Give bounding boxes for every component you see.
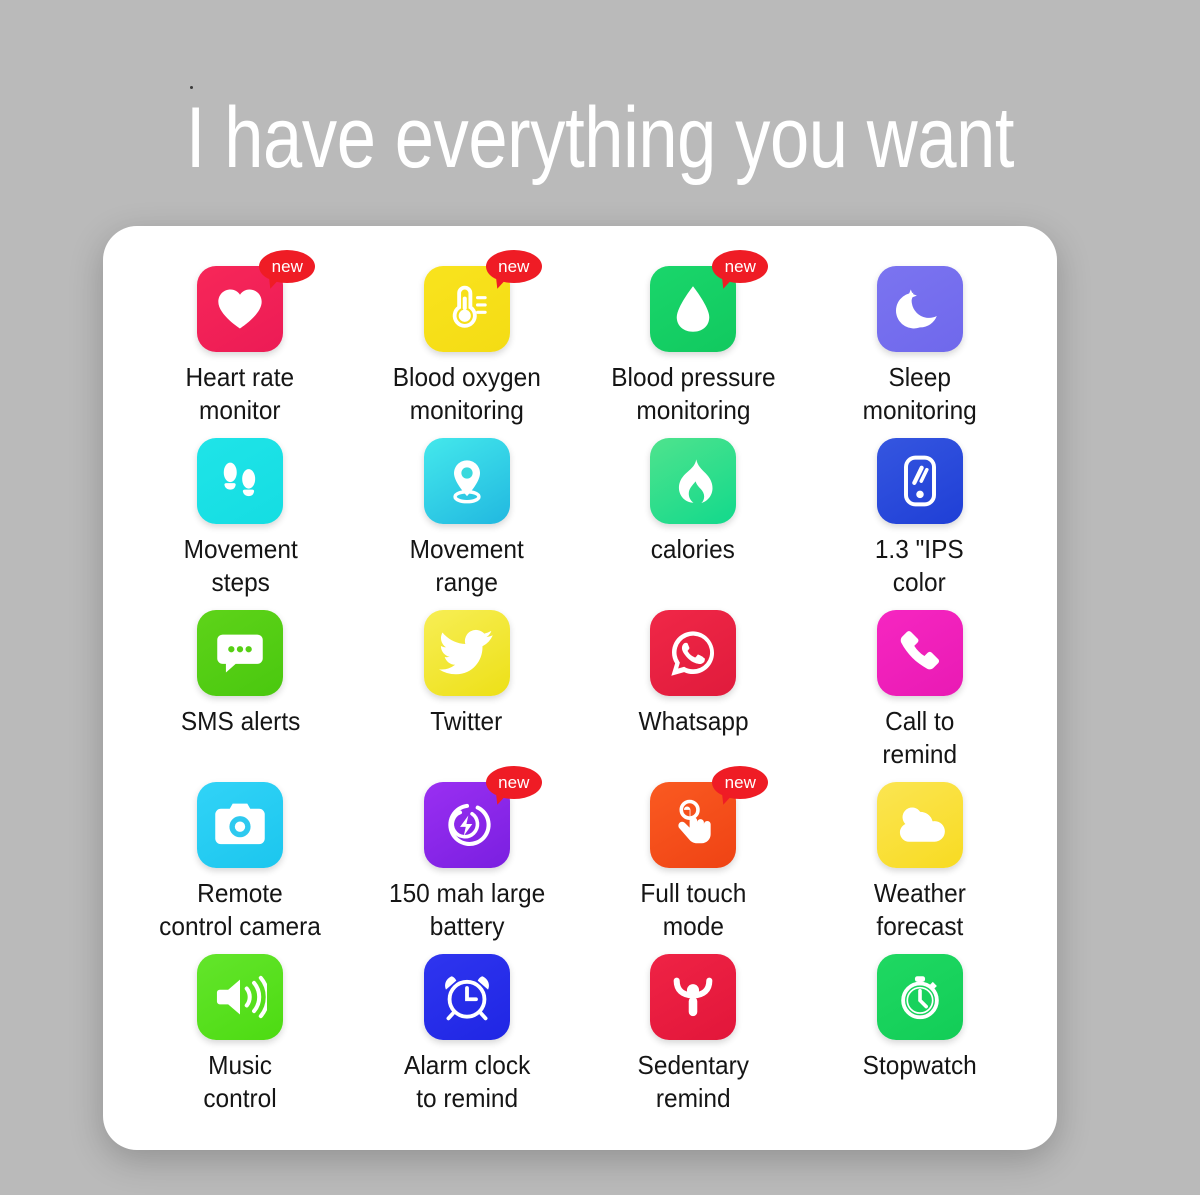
phone-handset-icon bbox=[876, 610, 963, 696]
feature-item[interactable]: Movement range bbox=[354, 438, 581, 610]
feature-icon-tile[interactable] bbox=[423, 610, 510, 696]
feature-icon-tile[interactable] bbox=[650, 438, 737, 524]
feature-icon-tile[interactable] bbox=[876, 438, 963, 524]
feature-label: Music control bbox=[203, 1050, 277, 1113]
feature-item[interactable]: Alarm clock to remind bbox=[354, 954, 581, 1126]
new-badge: new bbox=[485, 250, 542, 283]
feature-label: Blood pressure monitoring bbox=[611, 362, 776, 425]
feature-icon-tile[interactable] bbox=[197, 438, 284, 524]
feature-item[interactable]: new Blood oxygen monitoring bbox=[354, 250, 581, 438]
feature-label: Sleep monitoring bbox=[862, 362, 977, 425]
person-stretch-icon bbox=[650, 954, 737, 1040]
feature-icon-tile[interactable] bbox=[876, 610, 963, 696]
flame-icon bbox=[650, 438, 737, 524]
page-title: I have everything you want bbox=[185, 90, 1015, 186]
feature-item[interactable]: calories bbox=[580, 438, 807, 610]
feature-icon-tile[interactable] bbox=[876, 266, 963, 352]
feature-item[interactable]: Sleep monitoring bbox=[807, 266, 1034, 438]
feature-icon-tile[interactable] bbox=[197, 954, 284, 1040]
speaker-volume-icon bbox=[197, 954, 284, 1040]
feature-item[interactable]: Call to remind bbox=[807, 610, 1034, 782]
sun-cloud-icon bbox=[876, 782, 963, 868]
new-badge: new bbox=[259, 250, 316, 283]
feature-item[interactable]: SMS alerts bbox=[127, 610, 354, 782]
feature-label: Twitter bbox=[430, 706, 503, 736]
new-badge: new bbox=[485, 766, 542, 799]
new-badge: new bbox=[712, 766, 769, 799]
feature-label: Stopwatch bbox=[862, 1050, 977, 1080]
alarm-clock-icon bbox=[423, 954, 510, 1040]
feature-label: Heart rate monitor bbox=[185, 362, 295, 425]
feature-label: Movement range bbox=[409, 534, 524, 597]
feature-icon-tile[interactable] bbox=[423, 438, 510, 524]
feature-icon-tile[interactable] bbox=[423, 954, 510, 1040]
feature-label: Call to remind bbox=[882, 706, 958, 769]
feature-item[interactable]: Twitter bbox=[354, 610, 581, 782]
feature-icon-tile[interactable]: new bbox=[650, 766, 769, 868]
whatsapp-icon bbox=[650, 610, 737, 696]
feature-icon-tile[interactable] bbox=[876, 782, 963, 868]
feature-icon-tile[interactable]: new bbox=[197, 250, 316, 352]
camera-icon bbox=[197, 782, 284, 868]
feature-icon-tile[interactable] bbox=[650, 954, 737, 1040]
feature-item[interactable]: Movement steps bbox=[127, 438, 354, 610]
feature-icon-tile[interactable] bbox=[197, 782, 284, 868]
feature-item[interactable]: Whatsapp bbox=[580, 610, 807, 782]
display-screen-icon bbox=[876, 438, 963, 524]
feature-item[interactable]: Weather forecast bbox=[807, 782, 1034, 954]
new-badge: new bbox=[712, 250, 769, 283]
feature-item[interactable]: Sedentary remind bbox=[580, 954, 807, 1126]
feature-label: 1.3 "IPS color bbox=[875, 534, 965, 597]
feature-icon-tile[interactable]: new bbox=[650, 250, 769, 352]
feature-label: Whatsapp bbox=[638, 706, 749, 736]
feature-item[interactable]: new 150 mah large battery bbox=[354, 766, 581, 954]
feature-label: Weather forecast bbox=[873, 878, 966, 941]
feature-item[interactable]: 1.3 "IPS color bbox=[807, 438, 1034, 610]
moon-star-icon bbox=[876, 266, 963, 352]
feature-icon-tile[interactable]: new bbox=[423, 766, 542, 868]
footsteps-icon bbox=[197, 438, 284, 524]
feature-label: Blood oxygen monitoring bbox=[392, 362, 541, 425]
feature-label: SMS alerts bbox=[180, 706, 301, 736]
stopwatch-icon bbox=[876, 954, 963, 1040]
feature-grid: new Heart rate monitor new Blood oxygen mon… bbox=[127, 250, 1034, 1126]
feature-item[interactable]: Remote control camera bbox=[127, 782, 354, 954]
feature-icon-tile[interactable] bbox=[197, 610, 284, 696]
feature-card: new Heart rate monitor new Blood oxygen mon… bbox=[103, 226, 1057, 1150]
feature-item[interactable]: new Full touch mode bbox=[580, 766, 807, 954]
feature-label: Alarm clock to remind bbox=[403, 1050, 530, 1113]
location-pin-icon bbox=[423, 438, 510, 524]
feature-item[interactable]: Stopwatch bbox=[807, 954, 1034, 1126]
feature-item[interactable]: new Heart rate monitor bbox=[127, 250, 354, 438]
feature-label: Movement steps bbox=[183, 534, 298, 597]
feature-item[interactable]: new Blood pressure monitoring bbox=[580, 250, 807, 438]
feature-icon-tile[interactable]: new bbox=[423, 250, 542, 352]
feature-item[interactable]: Music control bbox=[127, 954, 354, 1126]
feature-label: 150 mah large battery bbox=[388, 878, 545, 941]
twitter-bird-icon bbox=[423, 610, 510, 696]
feature-label: calories bbox=[651, 534, 736, 564]
feature-icon-tile[interactable] bbox=[876, 954, 963, 1040]
feature-label: Full touch mode bbox=[640, 878, 747, 941]
feature-icon-tile[interactable] bbox=[650, 610, 737, 696]
feature-label: Sedentary remind bbox=[637, 1050, 749, 1113]
feature-label: Remote control camera bbox=[159, 878, 322, 941]
sms-bubble-icon bbox=[197, 610, 284, 696]
